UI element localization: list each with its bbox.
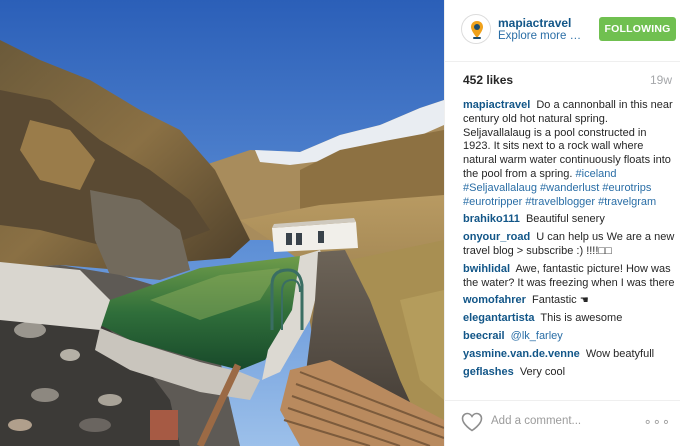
pointing-hand-emoji-icon: ☚ [579,295,589,307]
map-pin-avatar-icon[interactable] [461,14,491,44]
list-item: bwihlidal Awe, fantastic picture! How wa… [463,263,675,291]
list-item: womofahrer Fantastic ☚ [463,294,675,308]
comment-username-link[interactable]: elegantartista [463,312,535,324]
caption-text: Do a cannonball in this near century old… [463,99,673,180]
comment-username-link[interactable]: womofahrer [463,294,526,306]
comment-text: This is awesome [540,312,623,325]
comment-text: Very cool [519,365,566,378]
list-item: yasmine.van.de.venne Wow beatyfull [463,348,675,362]
comment-username-link[interactable]: bwihlidal [463,263,510,275]
header-username-link[interactable]: mapiactravel [498,16,571,30]
post-details-panel: mapiactravel Explore more on.. FOLLOWING… [444,0,680,446]
comment-username-link[interactable]: geflashes [463,366,514,378]
post-header: mapiactravel Explore more on.. FOLLOWING [445,0,680,62]
comment-text: Beautiful senery [525,213,605,226]
list-item: beecrail @lk_farley [463,330,675,344]
comment-username-link[interactable]: yasmine.van.de.venne [463,348,580,360]
list-item: brahiko111 Beautiful senery [463,213,675,227]
list-item: onyour_road U can help us We are a new t… [463,231,675,259]
landscape-photo-image [0,0,444,446]
list-item: elegantartista This is awesome [463,312,675,326]
post-age: 19w [649,73,672,87]
caption-username-link[interactable]: mapiactravel [463,99,530,111]
comment-text: Wow beatyfull [585,347,655,360]
more-options-icon[interactable]: ∘∘∘ [644,414,671,430]
post-photo[interactable] [0,0,444,446]
following-button[interactable]: FOLLOWING [599,17,676,41]
list-item: geflashes Very cool [463,366,675,380]
header-subtitle-link[interactable]: Explore more on.. [498,30,584,42]
comment-username-link[interactable]: onyour_road [463,231,530,243]
likes-count[interactable]: 452 likes [463,73,513,87]
comment-bar: Add a comment... ∘∘∘ [445,400,680,446]
caption: mapiactravel Do a cannonball in this nea… [463,99,675,209]
comment-username-link[interactable]: brahiko111 [463,213,520,225]
comment-text: Fantastic [532,294,577,307]
add-comment-input[interactable]: Add a comment... [491,415,581,427]
heart-icon[interactable] [461,412,483,432]
comment-mention-link[interactable]: @lk_farley [511,330,563,342]
comment-username-link[interactable]: beecrail [463,330,505,342]
comments-list: mapiactravel Do a cannonball in this nea… [463,99,675,383]
